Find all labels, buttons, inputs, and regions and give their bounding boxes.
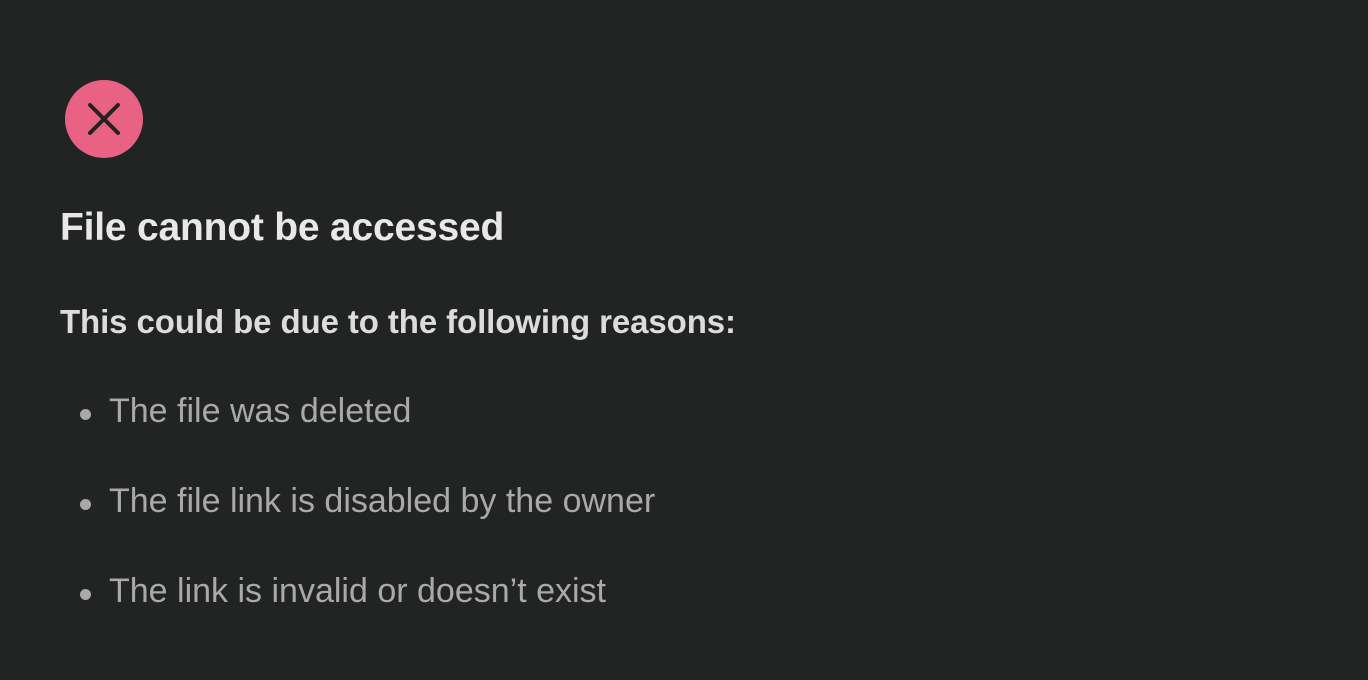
close-icon — [88, 103, 120, 135]
reasons-heading: This could be due to the following reaso… — [60, 303, 736, 340]
error-page: File cannot be accessed This could be du… — [0, 0, 1368, 680]
bullet-icon — [80, 589, 91, 600]
reason-text: The link is invalid or doesn’t exist — [109, 572, 607, 610]
error-close-icon — [65, 80, 143, 158]
reason-text: The file link is disabled by the owner — [109, 482, 656, 520]
bullet-icon — [80, 499, 91, 510]
bullet-icon — [80, 409, 91, 420]
page-title: File cannot be accessed — [60, 206, 505, 249]
reason-text: The file was deleted — [109, 392, 412, 430]
